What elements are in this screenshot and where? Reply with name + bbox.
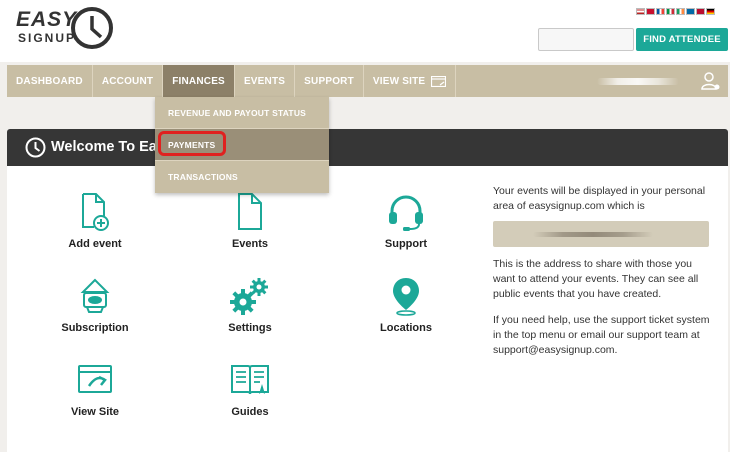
nav-dashboard[interactable]: DASHBOARD — [7, 65, 93, 97]
nav-events[interactable]: EVENTS — [235, 65, 296, 97]
info-text-3: If you need help, use the support ticket… — [493, 314, 710, 356]
view-site-icon — [431, 75, 447, 87]
guides-label: Guides — [231, 406, 269, 418]
info-text-1: Your events will be displayed in your pe… — [493, 185, 706, 212]
logo-word-easy: EASY — [16, 8, 78, 31]
info-text-2: This is the address to share with those … — [493, 258, 699, 300]
nav-view-site-label: VIEW SITE — [372, 75, 426, 87]
subscription-label: Subscription — [61, 322, 129, 334]
clock-logo-icon — [71, 7, 113, 49]
blurred-user-name — [597, 78, 679, 85]
nav-view-site[interactable]: VIEW SITE — [364, 65, 457, 97]
find-attendee-input[interactable] — [538, 28, 634, 51]
events-tile[interactable]: Events — [190, 192, 310, 250]
main-nav: DASHBOARD ACCOUNT FINANCES EVENTS SUPPOR… — [7, 65, 728, 97]
guides-tile[interactable]: Guides — [190, 360, 310, 418]
view-site-tile[interactable]: View Site — [35, 360, 155, 418]
flag-it-icon[interactable] — [666, 8, 675, 15]
flag-fr-icon[interactable] — [656, 8, 665, 15]
menu-item-transactions[interactable]: TRANSACTIONS — [155, 161, 329, 193]
subscription-icon — [80, 278, 110, 313]
support-label: Support — [384, 238, 428, 250]
view-site-label: View Site — [70, 406, 120, 418]
headset-icon — [389, 195, 423, 231]
gears-icon — [230, 278, 268, 315]
location-pin-icon — [393, 278, 419, 316]
user-profile-icon[interactable] — [701, 71, 721, 91]
flag-se-icon[interactable] — [686, 8, 695, 15]
settings-tile[interactable]: Settings — [190, 276, 310, 334]
personal-url-box[interactable] — [493, 221, 709, 247]
language-flags — [636, 8, 715, 15]
nav-account[interactable]: ACCOUNT — [93, 65, 164, 97]
support-tile[interactable]: Support — [346, 192, 466, 250]
clock-icon — [25, 137, 46, 158]
find-attendee-button[interactable]: FIND ATTENDEE — [636, 28, 728, 51]
locations-tile[interactable]: Locations — [346, 276, 466, 334]
panel-header: Welcome To Easy — [7, 129, 728, 166]
locations-label: Locations — [380, 322, 432, 334]
flag-us-icon[interactable] — [636, 8, 645, 15]
events-label: Events — [231, 238, 269, 250]
payments-highlight-ring — [158, 131, 226, 156]
menu-item-revenue-payout-status[interactable]: REVENUE AND PAYOUT STATUS — [155, 97, 329, 129]
document-icon — [238, 193, 262, 230]
flag-de-icon[interactable] — [706, 8, 715, 15]
easysignup-logo[interactable]: EASY SIGNUP — [16, 6, 113, 50]
logo-word-signup: SIGNUP — [18, 31, 77, 45]
add-document-icon — [82, 193, 109, 231]
flag-dk-icon[interactable] — [646, 8, 655, 15]
view-site-icon — [78, 365, 112, 393]
nav-support[interactable]: SUPPORT — [295, 65, 364, 97]
add-event-tile[interactable]: Add event — [35, 192, 155, 250]
add-event-label: Add event — [68, 238, 122, 250]
nav-finances[interactable]: FINANCES — [163, 65, 235, 97]
subscription-tile[interactable]: Subscription — [35, 276, 155, 334]
flag-no-icon[interactable] — [696, 8, 705, 15]
settings-label: Settings — [228, 322, 272, 334]
welcome-panel: Welcome To Easy Add event Events Support — [7, 129, 728, 452]
book-icon — [231, 365, 269, 395]
header: EASY SIGNUP FIND ATTENDEE — [0, 0, 730, 62]
flag-ie-icon[interactable] — [676, 8, 685, 15]
blurred-url — [533, 232, 653, 237]
